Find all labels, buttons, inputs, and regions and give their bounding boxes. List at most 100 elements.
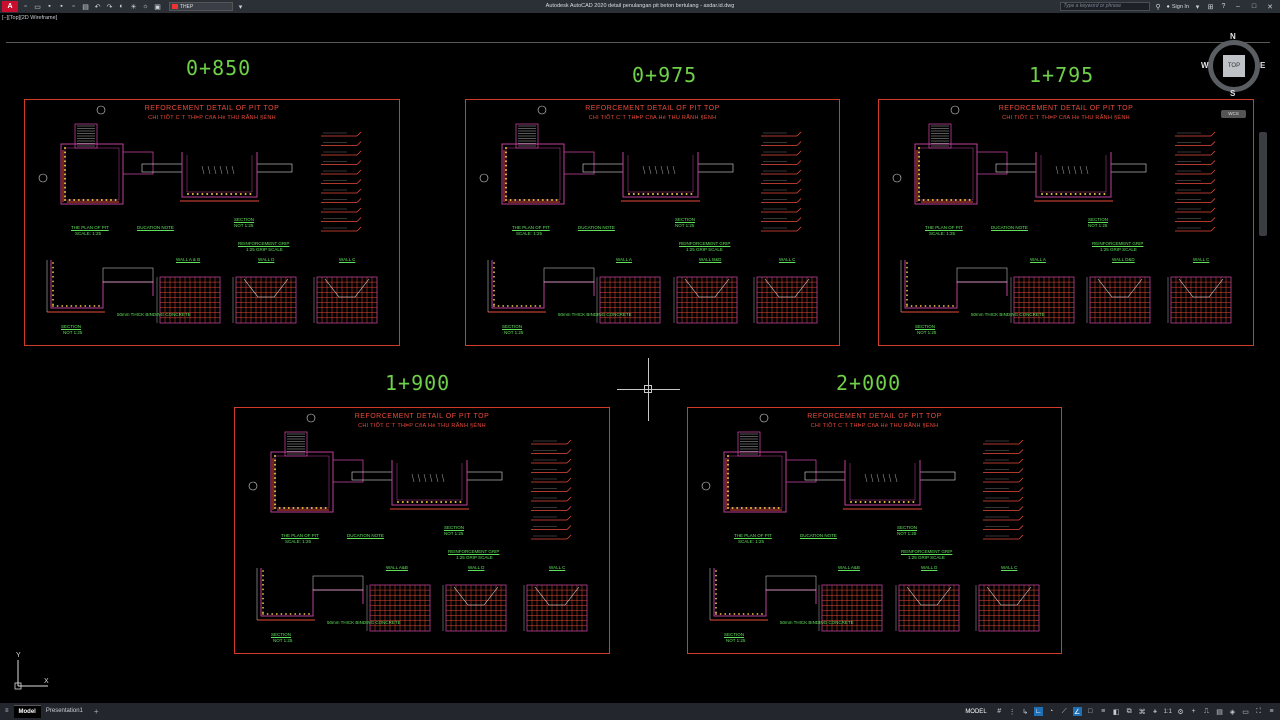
station-label: 0+975 (632, 63, 698, 87)
hardware-acceleration-icon[interactable]: ▭ (1241, 707, 1250, 716)
object-snap-tracking-icon[interactable]: ∠ (1072, 707, 1082, 716)
layer-color-swatch (172, 4, 178, 9)
viewcube[interactable]: TOP N S E W (1201, 32, 1265, 98)
compass-north[interactable]: N (1230, 32, 1236, 41)
lower-section-label: SECTION (724, 632, 745, 637)
reinforcement-sheet[interactable]: REFORCEMENT DETAIL OF PIT TOP CHI TIÕT C¨… (234, 407, 610, 654)
ucs-icon[interactable]: Y X (12, 652, 52, 690)
layer-name: THEP (180, 3, 194, 10)
ortho-icon[interactable]: ∟ (1033, 707, 1043, 716)
pickbox (644, 385, 652, 393)
units-icon[interactable]: ⎍ (1202, 707, 1211, 716)
reinforcement-drawing (701, 413, 1040, 632)
lock-icon[interactable]: ▣ (153, 2, 162, 11)
object-snap-icon[interactable]: □ (1086, 707, 1095, 716)
plan-scale: SCALE: 1:25 (285, 539, 312, 544)
open-file-icon[interactable]: ▭ (33, 2, 42, 11)
compass-east[interactable]: E (1260, 61, 1265, 70)
cart-icon[interactable]: ⊞ (1206, 2, 1215, 11)
snap-icon[interactable]: ⋮ (1008, 707, 1017, 716)
sun-icon[interactable]: ☼ (141, 2, 150, 11)
reinforcement-sheet[interactable]: REFORCEMENT DETAIL OF PIT TOP CHI TIÕT C¨… (878, 99, 1254, 346)
reinforcement-sheet[interactable]: REFORCEMENT DETAIL OF PIT TOP CHI TIÕT C¨… (687, 407, 1062, 654)
plan-scale: SCALE: 1:25 (929, 231, 956, 236)
grip-scale: 1:25 GRIP SCALE (456, 555, 493, 560)
transparency-icon[interactable]: ◧ (1112, 707, 1121, 716)
infer-constraints-icon[interactable]: ↳ (1021, 707, 1030, 716)
layer-dropdown[interactable]: THEP (169, 2, 233, 11)
tab-presentation1[interactable]: Presentation1 (41, 705, 88, 718)
auto-scale-icon[interactable]: ⚹ (1151, 707, 1160, 716)
lineweight-icon[interactable]: ≡ (1099, 707, 1108, 716)
wall-label: WALL A (1030, 257, 1046, 262)
compass-south[interactable]: S (1230, 89, 1235, 98)
wall-grid (753, 276, 818, 324)
quick-access-toolbar: A ▫ ▭ ▪ ▪ ▫ ▤ ↶ ↷ ◐ ☀ ☼ ▣ THEP ▾ (0, 0, 245, 13)
selection-cycling-icon[interactable]: ⧉ (1125, 707, 1134, 716)
exchange-icon[interactable]: ▾ (1193, 2, 1202, 11)
annotation-monitor-icon[interactable]: + (1189, 707, 1198, 716)
section-label: SECTION (234, 217, 255, 222)
lightbulb-icon[interactable]: ☀ (129, 2, 138, 11)
layer-state-icon[interactable]: ◐ (117, 2, 126, 11)
lower-section-scale: NOT 1:25 (63, 330, 83, 335)
grip-label: REINFORCEMENT GRIP (1092, 241, 1144, 246)
tab-model[interactable]: Model (13, 705, 41, 718)
annotation-scale[interactable]: 1:1 (1164, 709, 1172, 715)
clean-screen-icon[interactable]: ⛶ (1254, 707, 1263, 716)
plan-label: THE PLAN OF PIT (734, 533, 772, 538)
wall-label: WALL C (339, 257, 356, 262)
isodraft-icon[interactable]: ⟋ (1060, 707, 1069, 716)
sign-in-button[interactable]: ● Sign In (1167, 4, 1189, 10)
minimize-icon[interactable]: – (1232, 3, 1244, 10)
undo-icon[interactable]: ↶ (93, 2, 102, 11)
tab-menu-icon[interactable]: ≡ (0, 705, 14, 718)
chevron-down-icon[interactable]: ▾ (236, 2, 245, 11)
search-input[interactable]: Type a keyword or phrase (1059, 2, 1150, 11)
station-label: 0+850 (186, 56, 252, 80)
plan-label: THE PLAN OF PIT (281, 533, 319, 538)
add-layout-button[interactable]: + (88, 707, 105, 716)
customization-menu-icon[interactable]: ≡ (1267, 707, 1276, 716)
quick-properties-icon[interactable]: ▤ (1215, 707, 1224, 716)
save-as-icon[interactable]: ▪ (57, 2, 66, 11)
grid-icon[interactable]: # (995, 707, 1004, 716)
bedding-note: 50mm THICK BINDING CONCRETE (117, 312, 191, 317)
reinforcement-drawing (479, 105, 818, 324)
application-menu-button[interactable]: A (2, 1, 18, 12)
web-mobile-icon[interactable]: ▫ (69, 2, 78, 11)
close-icon[interactable]: ✕ (1264, 3, 1276, 11)
lower-section-label: SECTION (915, 324, 936, 329)
isolate-objects-icon[interactable]: ◈ (1228, 707, 1237, 716)
search-icon[interactable]: ⚲ (1154, 2, 1163, 11)
wcs-menu[interactable]: WCS (1221, 110, 1246, 118)
new-file-icon[interactable]: ▫ (21, 2, 30, 11)
help-icon[interactable]: ? (1219, 2, 1228, 11)
titlebar-right: Type a keyword or phrase ⚲ ● Sign In ▾ ⊞ … (1059, 0, 1280, 13)
reinforcement-sheet[interactable]: REFORCEMENT DETAIL OF PIT TOP CHI TIÕT C¨… (465, 99, 840, 346)
section-label: SECTION (675, 217, 696, 222)
model-space-button[interactable]: MODEL (961, 709, 990, 715)
save-icon[interactable]: ▪ (45, 2, 54, 11)
plan-scale: SCALE: 1:25 (738, 539, 765, 544)
maximize-icon[interactable]: □ (1248, 3, 1260, 10)
wall-grid (442, 584, 507, 632)
workspace-gear-icon[interactable]: ⚙ (1176, 707, 1185, 716)
lower-section-label: SECTION (61, 324, 82, 329)
redo-icon[interactable]: ↷ (105, 2, 114, 11)
navigation-bar[interactable] (1259, 132, 1267, 236)
compass-west[interactable]: W (1201, 61, 1209, 70)
grip-label: REINFORCEMENT GRIP (448, 549, 500, 554)
viewcube-top-face[interactable]: TOP (1223, 55, 1245, 77)
plot-icon[interactable]: ▤ (81, 2, 90, 11)
plan-scale: SCALE: 1:25 (516, 231, 543, 236)
polar-tracking-icon[interactable]: ◔ (1047, 707, 1056, 716)
annotation-visibility-icon[interactable]: ⌘ (1138, 707, 1147, 716)
plan-label: THE PLAN OF PIT (71, 225, 109, 230)
station-label: 1+900 (385, 371, 451, 395)
grip-scale: 1:25 GRIP SCALE (908, 555, 945, 560)
reinforcement-sheet[interactable]: REFORCEMENT DETAIL OF PIT TOP CHI TIÕT C¨… (24, 99, 400, 346)
station-label: 2+000 (836, 371, 902, 395)
wall-label: WALL C (779, 257, 796, 262)
grip-label: REINFORCEMENT GRIP (679, 241, 731, 246)
